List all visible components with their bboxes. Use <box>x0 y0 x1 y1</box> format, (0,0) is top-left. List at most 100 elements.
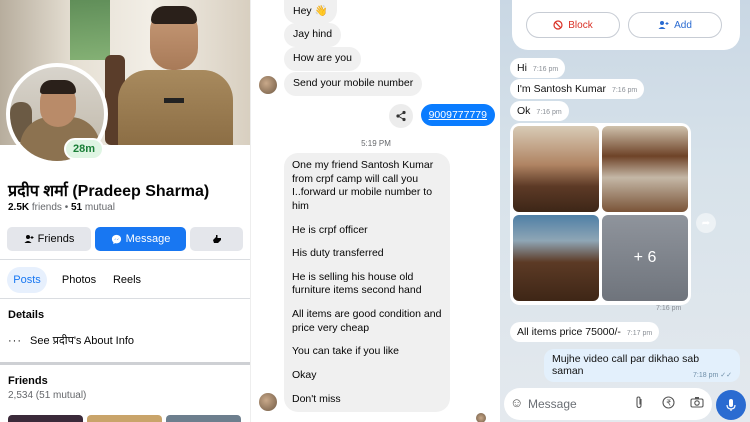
cover-officer-body <box>118 70 233 145</box>
microphone-icon <box>726 399 736 411</box>
forward-icon[interactable]: ➦ <box>696 213 716 233</box>
message-composer: ☺ ₹ <box>504 388 712 420</box>
currency-icon[interactable]: ₹ <box>662 396 675 412</box>
message-time: 7:16 pm <box>536 109 562 116</box>
friends-subtitle: 2,534 (51 mutual) <box>8 390 87 401</box>
message-bubble-incoming: All items price 75000/- 7:17 pm <box>510 322 660 342</box>
message-bubble-outgoing: Mujhe video call par dikhao sab saman 7:… <box>544 349 740 382</box>
read-receipt-avatar <box>476 413 486 422</box>
message-text: Mujhe video call par dikhao sab saman <box>552 353 700 377</box>
tab-photos[interactable]: Photos <box>59 267 99 293</box>
furniture-photo-more[interactable]: + 6 <box>602 215 688 301</box>
cover-flag <box>70 0 110 60</box>
mic-button[interactable] <box>716 390 746 420</box>
message-bubble-incoming: Hey 👋 <box>284 0 337 24</box>
sender-avatar[interactable] <box>259 76 277 94</box>
attach-icon[interactable] <box>634 396 644 412</box>
message-time: 7:18 pm ✓✓ <box>693 371 732 379</box>
profile-name: प्रदीप शर्मा (Pradeep Sharma) <box>8 183 210 200</box>
cover-officer-hair <box>151 6 197 24</box>
details-heading: Details <box>8 309 45 321</box>
message-text: His duty transferred <box>292 247 384 260</box>
messenger-icon <box>111 234 121 244</box>
friend-thumbnail[interactable] <box>166 415 241 422</box>
message-text: One my friend Santosh Kumar from crpf ca… <box>292 159 434 212</box>
friends-icon <box>24 235 34 243</box>
message-bubble-incoming: Jay hind <box>284 23 342 47</box>
more-photos-count: + 6 <box>633 249 657 266</box>
friends-heading: Friends <box>8 375 48 387</box>
add-button-label: Add <box>674 19 692 31</box>
furniture-photo-bed[interactable] <box>602 126 688 212</box>
friends-count: 2.5K <box>8 202 30 213</box>
message-bubble-incoming-group: One my friend Santosh Kumar from crpf ca… <box>284 153 450 412</box>
message-text: He is crpf officer <box>292 223 368 236</box>
message-text: I'm Santosh Kumar <box>517 83 606 95</box>
cover-nameplate <box>164 98 184 103</box>
message-bubble-incoming: How are you <box>284 47 361 71</box>
add-contact-button[interactable]: Add <box>628 12 722 38</box>
message-text: Ok <box>517 105 531 117</box>
message-input[interactable] <box>528 394 628 414</box>
share-icon[interactable] <box>389 104 413 128</box>
mutual-count: 51 <box>71 202 83 213</box>
friend-thumbnail[interactable] <box>8 415 83 422</box>
more-options-button[interactable] <box>190 227 243 251</box>
messenger-chat-panel: Hey 👋 Jay hind How are you Send your mob… <box>250 0 500 422</box>
divider <box>0 298 250 299</box>
screenshot-collage: 28m प्रदीप शर्मा (Pradeep Sharma) 2.5K f… <box>0 0 750 422</box>
add-contact-icon <box>658 21 669 29</box>
message-time: 7:16 pm <box>611 87 638 94</box>
furniture-photo-sofa[interactable] <box>513 126 599 212</box>
message-button[interactable]: Message <box>95 227 186 251</box>
more-dots-icon: ··· <box>8 334 22 347</box>
telegram-chat-panel: Block Add Hi 7:16 pm I'm Santosh Kumar 7:1… <box>500 0 750 422</box>
message-bubble-incoming: Send your mobile number <box>284 72 423 96</box>
message-text: Okay <box>292 369 317 382</box>
block-button[interactable]: Block <box>526 12 620 38</box>
about-info-label: See प्रदीप's About Info <box>30 335 135 347</box>
tab-reels[interactable]: Reels <box>109 267 145 293</box>
chat-action-bar: Block Add <box>512 0 740 50</box>
album-time: 7:16 pm <box>656 305 682 312</box>
chat-timestamp: 5:19 PM <box>361 139 391 148</box>
message-bubble-incoming: Ok 7:16 pm <box>510 101 569 121</box>
active-time-badge: 28m <box>64 138 104 160</box>
friends-word: friends <box>31 202 62 213</box>
facebook-profile-panel: 28m प्रदीप शर्मा (Pradeep Sharma) 2.5K f… <box>0 0 250 422</box>
block-button-label: Block <box>568 19 593 31</box>
phone-number-link[interactable]: 9009777779 <box>429 109 487 121</box>
section-divider <box>0 362 250 365</box>
sender-avatar[interactable] <box>259 393 277 411</box>
furniture-photo-dining[interactable] <box>513 215 599 301</box>
message-button-label: Message <box>125 233 171 245</box>
sticker-icon[interactable]: ☺ <box>510 395 523 410</box>
svg-text:₹: ₹ <box>666 399 671 408</box>
photo-album: + 6 <box>510 123 691 305</box>
divider <box>0 259 250 260</box>
message-bubble-incoming: Hi 7:16 pm <box>510 58 566 78</box>
message-text: He is selling his house old furniture it… <box>292 270 422 297</box>
profile-stats: 2.5K friends • 51 mutual <box>8 202 115 213</box>
profile-tabs: Posts Photos Reels <box>7 267 243 293</box>
friends-button-label: Friends <box>37 233 75 245</box>
message-text: Don't miss <box>292 392 341 405</box>
friends-button[interactable]: Friends <box>7 227 91 251</box>
profile-actions: Friends Message <box>7 227 243 251</box>
avatar-hair <box>40 80 76 94</box>
tab-posts[interactable]: Posts <box>7 267 47 293</box>
camera-icon[interactable] <box>690 396 704 411</box>
message-text: All items price 75000/- <box>517 326 621 338</box>
double-check-icon: ✓✓ <box>720 372 732 379</box>
message-time: 7:16 pm <box>532 66 559 73</box>
about-info-link[interactable]: ··· See प्रदीप's About Info <box>8 333 134 348</box>
message-bubble-incoming: I'm Santosh Kumar 7:16 pm <box>510 79 645 99</box>
message-text: Hi <box>517 62 527 74</box>
message-text: All items are good condition and price v… <box>292 308 442 334</box>
stats-dot: • <box>64 202 69 213</box>
friend-thumbnail[interactable] <box>87 415 162 422</box>
message-text: You can take if you like <box>292 345 400 358</box>
hand-wave-icon <box>212 235 221 243</box>
outgoing-time-text: 7:18 pm <box>693 372 719 379</box>
message-bubble-outgoing[interactable]: 9009777779 <box>420 104 495 126</box>
